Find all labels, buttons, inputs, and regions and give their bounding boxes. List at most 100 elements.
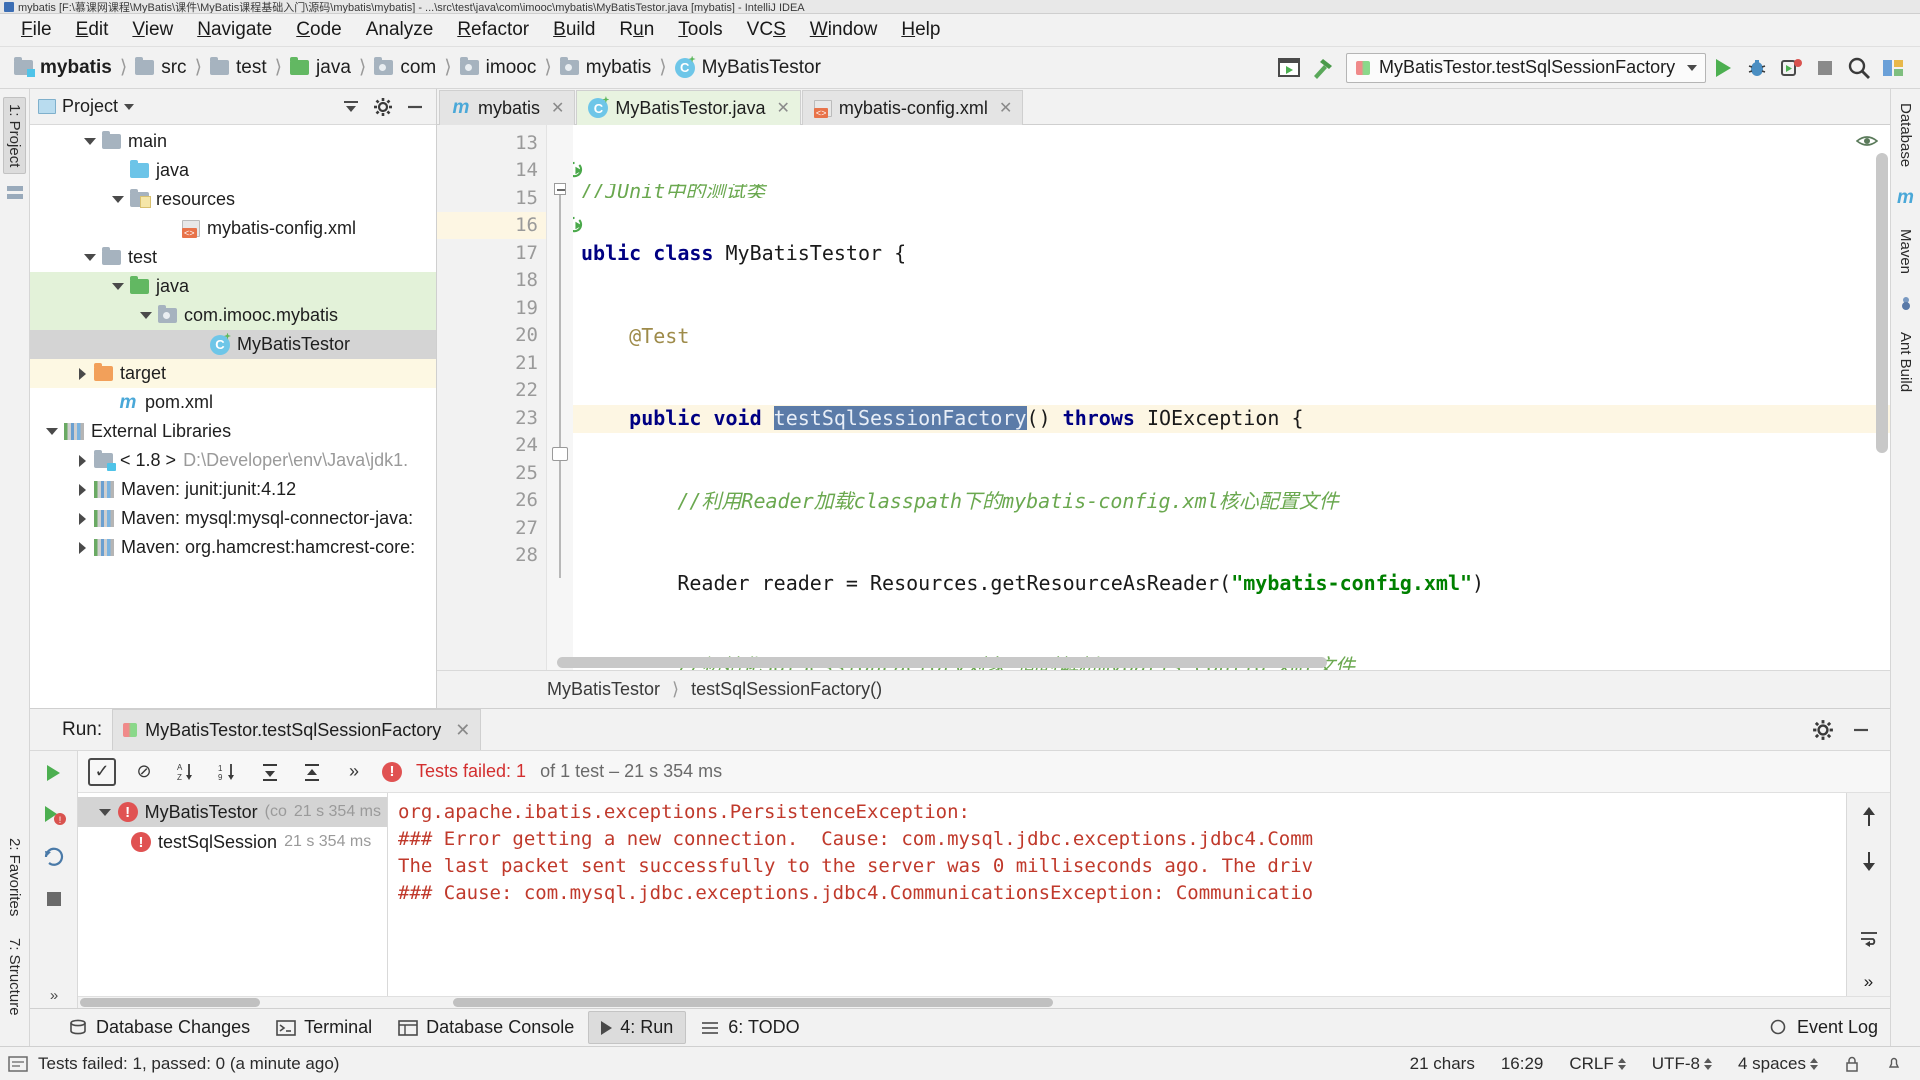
menu-vcs[interactable]: VCS bbox=[736, 16, 797, 44]
close-icon[interactable]: ✕ bbox=[455, 720, 470, 741]
run-button[interactable] bbox=[1706, 53, 1740, 83]
build-project-button[interactable] bbox=[1272, 53, 1306, 83]
status-indent[interactable]: 4 spaces bbox=[1730, 1054, 1826, 1074]
sidebar-item-structure[interactable]: 7: Structure bbox=[4, 932, 25, 1022]
sidebar-item-project[interactable]: 1: Project bbox=[3, 97, 26, 175]
line-number-with-runmark[interactable]: 16 bbox=[437, 211, 583, 239]
menu-code[interactable]: Code bbox=[285, 16, 352, 44]
menu-navigate[interactable]: Navigate bbox=[186, 16, 283, 44]
chevron-down-icon[interactable] bbox=[84, 254, 96, 261]
breadcrumb-item-mybatis-pkg[interactable]: mybatis bbox=[556, 55, 655, 81]
breadcrumb-item-imooc[interactable]: imooc bbox=[456, 55, 541, 81]
fold-end-handle[interactable] bbox=[552, 447, 568, 461]
show-passed-toggle[interactable]: ✓ bbox=[88, 757, 116, 786]
chevron-down-icon[interactable] bbox=[112, 283, 124, 290]
stop-run-button[interactable] bbox=[40, 885, 68, 913]
run-configuration-selector[interactable]: MyBatisTestor.testSqlSessionFactory bbox=[1346, 52, 1706, 83]
tree-node-maven-mysql[interactable]: Maven: mysql:mysql-connector-java: bbox=[30, 504, 436, 533]
tree-node-main[interactable]: main bbox=[30, 127, 436, 156]
test-node-testsqlsession[interactable]: ! testSqlSession 21 s 354 ms bbox=[78, 827, 387, 857]
chevron-right-icon[interactable] bbox=[78, 454, 86, 467]
editor-horizontal-scrollbar[interactable] bbox=[557, 657, 1327, 668]
scroll-down-button[interactable] bbox=[1855, 847, 1883, 875]
sort-by-duration-button[interactable]: 1 9 bbox=[214, 758, 242, 786]
tool-button-run[interactable]: 4: Run bbox=[588, 1011, 687, 1044]
run-session-tab[interactable]: MyBatisTestor.testSqlSessionFactory ✕ bbox=[112, 709, 482, 750]
menu-analyze[interactable]: Analyze bbox=[355, 16, 445, 44]
chevron-down-icon[interactable] bbox=[84, 138, 96, 145]
chevron-right-icon[interactable] bbox=[78, 541, 86, 554]
close-icon[interactable]: ✕ bbox=[776, 98, 789, 118]
breadcrumb-item-java[interactable]: java bbox=[286, 55, 355, 81]
hide-panel-button[interactable] bbox=[402, 95, 428, 119]
layout-button[interactable] bbox=[1876, 53, 1910, 83]
console-more-button[interactable]: » bbox=[1855, 968, 1883, 996]
more-options-button[interactable]: » bbox=[340, 758, 368, 786]
rerun-button[interactable] bbox=[40, 759, 68, 787]
editor-breadcrumb-class[interactable]: MyBatisTestor bbox=[547, 679, 660, 700]
fold-handle[interactable] bbox=[554, 183, 566, 195]
tree-node-pom-xml[interactable]: m pom.xml bbox=[30, 388, 436, 417]
chevron-down-icon[interactable] bbox=[112, 196, 124, 203]
editor-vertical-scrollbar[interactable] bbox=[1876, 153, 1888, 453]
code-view[interactable]: 13 14 15 16 17 18 19 20 21 22 23 24 25 2… bbox=[437, 125, 1890, 670]
collapse-all-button[interactable] bbox=[298, 758, 326, 786]
close-icon[interactable]: ✕ bbox=[551, 98, 564, 118]
tree-node-test-java[interactable]: java bbox=[30, 272, 436, 301]
editor-breadcrumb-method[interactable]: testSqlSessionFactory() bbox=[691, 679, 882, 700]
editor-breadcrumb[interactable]: MyBatisTestor ⟩ testSqlSessionFactory() bbox=[437, 670, 1890, 708]
menu-help[interactable]: Help bbox=[890, 16, 951, 44]
tool-button-terminal[interactable]: Terminal bbox=[264, 1012, 384, 1043]
tree-node-jdk[interactable]: < 1.8 > D:\Developer\env\Java\jdk1. bbox=[30, 446, 436, 475]
tool-button-todo[interactable]: 6: TODO bbox=[688, 1012, 811, 1043]
tree-node-external-libraries[interactable]: External Libraries bbox=[30, 417, 436, 446]
collapse-all-button[interactable] bbox=[338, 95, 364, 119]
chevron-down-icon[interactable] bbox=[98, 808, 111, 816]
menu-tools[interactable]: Tools bbox=[667, 16, 733, 44]
chevron-down-icon[interactable] bbox=[46, 428, 58, 435]
tree-node-mybatistestor[interactable]: C MyBatisTestor bbox=[30, 330, 436, 359]
chevron-down-icon[interactable] bbox=[140, 312, 152, 319]
debug-button[interactable] bbox=[1740, 53, 1774, 83]
tree-node-maven-hamcrest[interactable]: Maven: org.hamcrest:hamcrest-core: bbox=[30, 533, 436, 562]
sidebar-item-favorites[interactable]: 2: Favorites bbox=[4, 832, 25, 922]
settings-button[interactable] bbox=[370, 95, 396, 119]
status-encoding[interactable]: UTF-8 bbox=[1644, 1054, 1720, 1074]
scrollbar-thumb-right[interactable] bbox=[453, 998, 1053, 1007]
editor-gutter[interactable]: 13 14 15 16 17 18 19 20 21 22 23 24 25 2… bbox=[437, 125, 583, 670]
status-caret-position[interactable]: 16:29 bbox=[1493, 1054, 1552, 1074]
run-settings-button[interactable] bbox=[1810, 718, 1836, 742]
menu-file[interactable]: File bbox=[10, 16, 63, 44]
status-notifications-icon[interactable] bbox=[1878, 1055, 1910, 1073]
tree-node-test[interactable]: test bbox=[30, 243, 436, 272]
rerun-failed-tests-button[interactable]: ! bbox=[40, 801, 68, 829]
tree-node-mybatis-config-xml[interactable]: mybatis-config.xml bbox=[30, 214, 436, 243]
menu-edit[interactable]: Edit bbox=[65, 16, 120, 44]
tool-button-database-console[interactable]: Database Console bbox=[386, 1012, 586, 1043]
status-lock-icon[interactable] bbox=[1836, 1055, 1868, 1073]
breadcrumb-item-test[interactable]: test bbox=[206, 55, 271, 81]
toggle-auto-test-button[interactable] bbox=[40, 843, 68, 871]
make-project-button[interactable] bbox=[1306, 53, 1340, 83]
close-icon[interactable]: ✕ bbox=[999, 98, 1012, 118]
chevron-right-icon[interactable] bbox=[78, 367, 86, 380]
test-results-tree[interactable]: ! MyBatisTestor (co 21 s 354 ms ! testSq… bbox=[78, 793, 388, 996]
tool-button-database-changes[interactable]: Database Changes bbox=[56, 1012, 262, 1043]
line-number-with-runmark[interactable]: 14 bbox=[437, 157, 583, 185]
soft-wrap-button[interactable] bbox=[1855, 924, 1883, 952]
menu-window[interactable]: Window bbox=[799, 16, 889, 44]
sort-alphabetically-button[interactable]: A Z bbox=[172, 758, 200, 786]
test-node-mybatistestor[interactable]: ! MyBatisTestor (co 21 s 354 ms bbox=[78, 797, 387, 827]
editor-tab-mybatis[interactable]: m mybatis ✕ bbox=[439, 90, 576, 125]
scrollbar-thumb-left[interactable] bbox=[80, 998, 260, 1007]
project-tree[interactable]: main java resources <> mybatis-config.xm… bbox=[30, 125, 436, 708]
editor-tab-mybatistestor-java[interactable]: C MyBatisTestor.java ✕ bbox=[576, 90, 801, 125]
tree-node-target[interactable]: target bbox=[30, 359, 436, 388]
menu-view[interactable]: View bbox=[121, 16, 184, 44]
breadcrumb-item-class[interactable]: C MyBatisTestor bbox=[671, 55, 825, 81]
fold-gutter[interactable] bbox=[547, 125, 573, 670]
hide-run-panel-button[interactable] bbox=[1848, 718, 1874, 742]
tree-node-main-java[interactable]: java bbox=[30, 156, 436, 185]
expand-all-button[interactable] bbox=[256, 758, 284, 786]
breadcrumb-item-src[interactable]: src bbox=[131, 55, 190, 81]
